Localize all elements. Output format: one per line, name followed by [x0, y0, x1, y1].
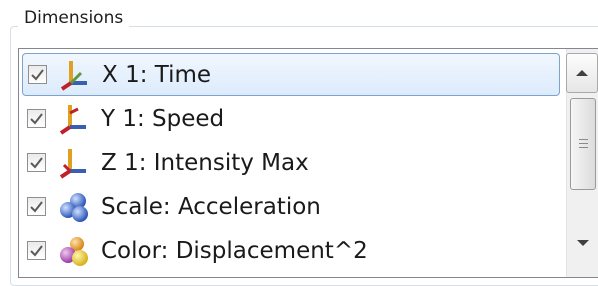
scroll-up-arrow-icon: [576, 70, 588, 76]
dimension-label: Color: Displacement^2: [101, 237, 368, 264]
dimension-item-x1-time[interactable]: X 1: Time: [22, 53, 560, 96]
color-spheres-icon: [60, 236, 88, 266]
scroll-down-arrow-icon: [576, 240, 589, 246]
dimensions-list[interactable]: X 1: Time Y 1: Speed Z 1: Intensity Max: [18, 48, 598, 278]
checkmark-icon: [30, 245, 43, 257]
dimension-checkbox[interactable]: [28, 65, 47, 84]
checkmark-icon: [30, 201, 43, 213]
axis-icon: [59, 148, 86, 179]
dimension-checkbox[interactable]: [27, 241, 46, 260]
axis-icon: [60, 60, 87, 91]
dimensions-group-title: Dimensions: [18, 6, 130, 30]
dimension-item-z1-intensity-max[interactable]: Z 1: Intensity Max: [22, 141, 560, 184]
dimension-item-color-displacement[interactable]: Color: Displacement^2: [22, 229, 560, 272]
scroll-down-button[interactable]: [567, 223, 598, 263]
dimension-item-scale-acceleration[interactable]: Scale: Acceleration: [22, 185, 560, 228]
dimension-label: X 1: Time: [102, 61, 212, 88]
dimension-checkbox[interactable]: [27, 153, 46, 172]
vertical-scrollbar[interactable]: [566, 49, 598, 277]
dimension-label: Z 1: Intensity Max: [101, 149, 309, 176]
axis-icon: [59, 104, 86, 135]
dimension-checkbox[interactable]: [27, 109, 46, 128]
scrollbar-thumb[interactable]: [570, 98, 596, 190]
thumb-grip-line: [579, 139, 588, 140]
dimension-checkbox[interactable]: [27, 197, 46, 216]
dimension-item-y1-speed[interactable]: Y 1: Speed: [22, 97, 560, 140]
scroll-up-button[interactable]: [566, 53, 598, 93]
spheres-icon: [60, 192, 88, 222]
dimension-label: Scale: Acceleration: [101, 193, 321, 220]
thumb-grip-line: [579, 143, 588, 144]
checkmark-icon: [31, 69, 44, 81]
checkmark-icon: [30, 157, 43, 169]
dimension-label: Y 1: Speed: [101, 105, 225, 132]
thumb-grip-line: [579, 147, 588, 148]
checkmark-icon: [30, 113, 43, 125]
